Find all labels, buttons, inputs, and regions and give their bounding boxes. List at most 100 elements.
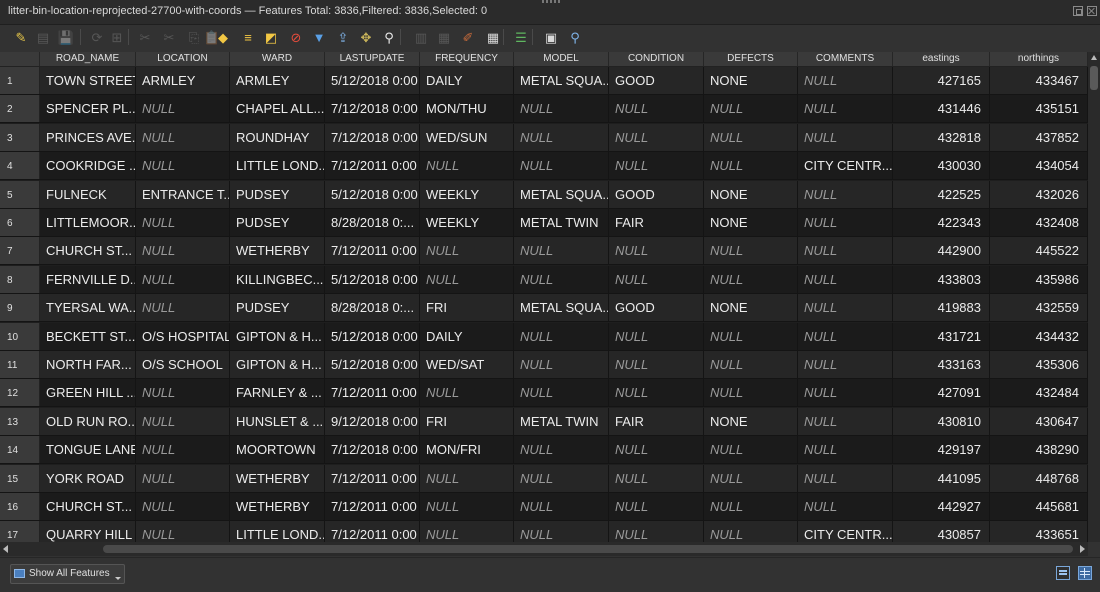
cell-ward[interactable]: WETHERBY	[230, 493, 325, 520]
cell-defects[interactable]: NULL	[704, 436, 798, 464]
cell-comments[interactable]: NULL	[798, 265, 893, 293]
toggle-editing-icon[interactable]: ✎	[12, 28, 30, 46]
copy-icon[interactable]: ⎘	[185, 28, 203, 46]
row-number[interactable]: 12	[0, 379, 40, 407]
table-row[interactable]: 3 PRINCES AVE... NULL ROUNDHAY 7/12/2018 0:0…	[0, 123, 1088, 152]
header-corner[interactable]	[0, 52, 40, 66]
cell-comments[interactable]: CITY CENTR...	[798, 152, 893, 180]
cell-eastings[interactable]: 430810	[893, 407, 990, 435]
cell-defects[interactable]: NONE	[704, 294, 798, 322]
cell-defects[interactable]: NULL	[704, 493, 798, 520]
move-selection-to-top-icon[interactable]: ⇪	[334, 28, 352, 46]
table-row[interactable]: 6 LITTLEMOOR... NULL PUDSEY 8/28/2018 0:... W…	[0, 209, 1088, 237]
row-number[interactable]: 17	[0, 521, 40, 542]
cell-road-name[interactable]: GREEN HILL ...	[40, 379, 136, 407]
cell-model[interactable]: NULL	[514, 152, 609, 180]
cell-eastings[interactable]: 427165	[893, 67, 990, 94]
cell-ward[interactable]: MOORTOWN	[230, 436, 325, 464]
cell-location[interactable]: NULL	[136, 521, 230, 542]
row-number[interactable]: 2	[0, 95, 40, 123]
invert-selection-icon[interactable]: ◩	[262, 28, 280, 46]
cell-road-name[interactable]: PRINCES AVE...	[40, 123, 136, 151]
cell-defects[interactable]: NULL	[704, 322, 798, 350]
cell-lastupdate[interactable]: 5/12/2018 0:00	[325, 351, 420, 378]
table-row[interactable]: 16 CHURCH ST... NULL WETHERBY 7/12/2011 0:00…	[0, 493, 1088, 521]
cell-ward[interactable]: GIPTON & H...	[230, 322, 325, 350]
row-number[interactable]: 14	[0, 436, 40, 464]
cell-condition[interactable]: NULL	[609, 436, 704, 464]
cell-eastings[interactable]: 422343	[893, 209, 990, 236]
cell-frequency[interactable]: NULL	[420, 493, 514, 520]
cell-condition[interactable]: NULL	[609, 237, 704, 265]
cell-comments[interactable]: NULL	[798, 464, 893, 492]
cell-ward[interactable]: LITTLE LOND...	[230, 521, 325, 542]
zoom-map-icon[interactable]: ⚲	[566, 28, 584, 46]
cell-ward[interactable]: CHAPEL ALL...	[230, 95, 325, 123]
cell-ward[interactable]: GIPTON & H...	[230, 351, 325, 378]
cell-northings[interactable]: 432408	[990, 209, 1088, 236]
cell-lastupdate[interactable]: 7/12/2018 0:00	[325, 123, 420, 151]
cell-location[interactable]: NULL	[136, 436, 230, 464]
cell-lastupdate[interactable]: 7/12/2011 0:00	[325, 464, 420, 492]
cell-model[interactable]: NULL	[514, 123, 609, 151]
cell-defects[interactable]: NULL	[704, 95, 798, 123]
cell-lastupdate[interactable]: 9/12/2018 0:00	[325, 407, 420, 435]
cut-icon[interactable]: ✂	[160, 28, 178, 46]
cell-road-name[interactable]: LITTLEMOOR...	[40, 209, 136, 236]
row-number[interactable]: 7	[0, 237, 40, 265]
cell-condition[interactable]: GOOD	[609, 67, 704, 94]
cell-condition[interactable]: GOOD	[609, 294, 704, 322]
table-row[interactable]: 2 SPENCER PL... NULL CHAPEL ALL... 7/12/2018…	[0, 95, 1088, 124]
cell-location[interactable]: NULL	[136, 407, 230, 435]
cell-northings[interactable]: 433467	[990, 67, 1088, 94]
cell-eastings[interactable]: 430030	[893, 152, 990, 180]
row-number[interactable]: 16	[0, 493, 40, 520]
form-view-icon[interactable]	[1056, 566, 1070, 580]
cell-road-name[interactable]: YORK ROAD	[40, 464, 136, 492]
cell-ward[interactable]: ARMLEY	[230, 67, 325, 94]
cell-location[interactable]: O/S SCHOOL	[136, 351, 230, 378]
scroll-left-icon[interactable]	[3, 545, 8, 553]
cell-comments[interactable]: NULL	[798, 67, 893, 94]
cell-comments[interactable]: NULL	[798, 95, 893, 123]
cell-model[interactable]: METAL SQUA...	[514, 294, 609, 322]
cell-location[interactable]: NULL	[136, 379, 230, 407]
table-row[interactable]: 9 TYERSAL WA... NULL PUDSEY 8/28/2018 0:... F…	[0, 294, 1088, 323]
cell-defects[interactable]: NULL	[704, 152, 798, 180]
cell-eastings[interactable]: 432818	[893, 123, 990, 151]
cell-model[interactable]: NULL	[514, 436, 609, 464]
cell-condition[interactable]: NULL	[609, 351, 704, 378]
cell-model[interactable]: NULL	[514, 237, 609, 265]
cell-ward[interactable]: PUDSEY	[230, 294, 325, 322]
cell-condition[interactable]: NULL	[609, 123, 704, 151]
cell-lastupdate[interactable]: 8/28/2018 0:...	[325, 209, 420, 236]
show-all-features-dropdown[interactable]: Show All Features	[10, 564, 125, 584]
cell-condition[interactable]: NULL	[609, 152, 704, 180]
field-calculator-icon[interactable]: ✐	[459, 28, 477, 46]
cell-comments[interactable]: NULL	[798, 294, 893, 322]
cell-location[interactable]: NULL	[136, 493, 230, 520]
cell-condition[interactable]: NULL	[609, 493, 704, 520]
cell-model[interactable]: NULL	[514, 521, 609, 542]
cell-model[interactable]: METAL SQUA...	[514, 180, 609, 208]
cell-road-name[interactable]: COOKRIDGE ...	[40, 152, 136, 180]
cell-road-name[interactable]: FERNVILLE D...	[40, 265, 136, 293]
reload-table-icon[interactable]: ⟳	[88, 28, 106, 46]
cell-condition[interactable]: GOOD	[609, 180, 704, 208]
cell-ward[interactable]: PUDSEY	[230, 209, 325, 236]
zoom-to-selection-icon[interactable]: ⚲	[380, 28, 398, 46]
cell-frequency[interactable]: MON/THU	[420, 95, 514, 123]
cell-lastupdate[interactable]: 7/12/2011 0:00	[325, 379, 420, 407]
cell-northings[interactable]: 430647	[990, 407, 1088, 435]
cell-eastings[interactable]: 442927	[893, 493, 990, 520]
cell-eastings[interactable]: 431721	[893, 322, 990, 350]
cell-location[interactable]: NULL	[136, 95, 230, 123]
cell-lastupdate[interactable]: 7/12/2018 0:00	[325, 95, 420, 123]
table-row[interactable]: 12 GREEN HILL ... NULL FARNLEY & ... 7/12/20…	[0, 379, 1088, 408]
delete-feature-icon[interactable]: ✂	[136, 28, 154, 46]
cell-northings[interactable]: 435151	[990, 95, 1088, 123]
cell-northings[interactable]: 445522	[990, 237, 1088, 265]
scroll-right-icon[interactable]	[1080, 545, 1085, 553]
cell-model[interactable]: NULL	[514, 379, 609, 407]
cell-location[interactable]: ARMLEY	[136, 67, 230, 94]
